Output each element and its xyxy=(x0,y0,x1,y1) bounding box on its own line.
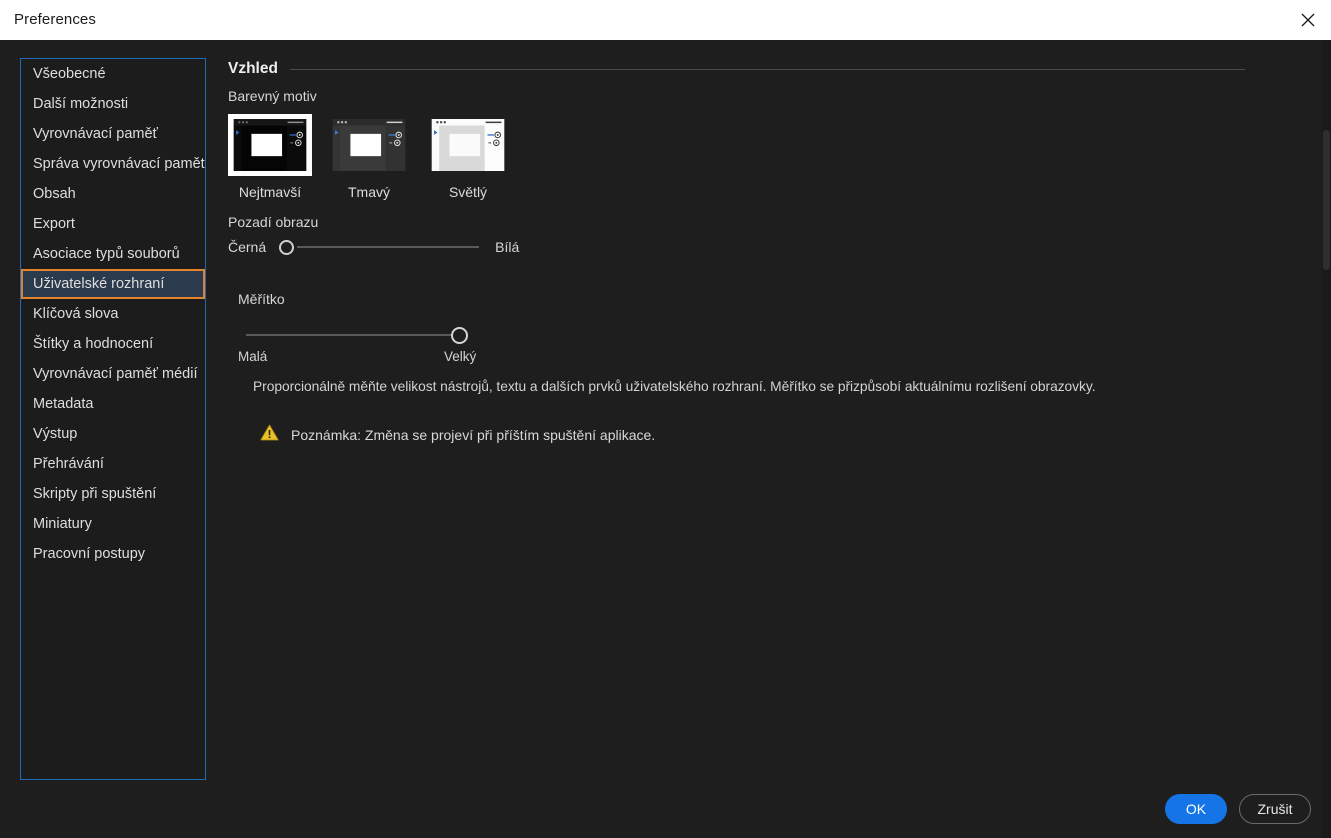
sidebar-item-uzivatelske-rozhrani[interactable]: Uživatelské rozhraní xyxy=(21,269,205,299)
window-title: Preferences xyxy=(14,11,96,28)
sidebar-item-label: Klíčová slova xyxy=(33,306,119,322)
dialog-footer: OK Zrušit xyxy=(1165,794,1311,824)
sidebar-item-sprava-vyrovnavaci-pameti[interactable]: Správa vyrovnávací paměti xyxy=(21,149,205,179)
theme-option-darkest[interactable]: Nejtmavší xyxy=(228,114,312,200)
sidebar-item-label: Štítky a hodnocení xyxy=(33,336,154,352)
section-divider xyxy=(289,68,1245,70)
theme-option-dark[interactable]: Tmavý xyxy=(327,114,411,200)
sidebar-item-klicova-slova[interactable]: Klíčová slova xyxy=(21,299,205,329)
sidebar-item-label: Obsah xyxy=(33,186,76,202)
sidebar-item-label: Asociace typů souborů xyxy=(33,246,180,262)
theme-thumbnail-frame xyxy=(228,114,312,176)
scale-slider-track[interactable] xyxy=(246,334,451,336)
warning-triangle-icon xyxy=(260,424,279,446)
ok-button[interactable]: OK xyxy=(1165,794,1227,824)
sidebar-item-pracovni-postupy[interactable]: Pracovní postupy xyxy=(21,539,205,569)
sidebar-item-vyrovnavaci-pamet-medii[interactable]: Vyrovnávací paměť médií xyxy=(21,359,205,389)
scale-slider-handle[interactable] xyxy=(451,327,468,344)
scrollbar-thumb[interactable] xyxy=(1323,130,1330,270)
theme-preview-light-icon xyxy=(431,119,505,171)
preferences-window: Preferences Všeobecné Další možnosti Vyr… xyxy=(0,0,1331,838)
sidebar-item-label: Přehrávání xyxy=(33,456,104,472)
theme-thumbnail-frame xyxy=(327,114,411,176)
theme-thumbnail-frame xyxy=(426,114,510,176)
appearance-settings-pane: Vzhled Barevný motiv Nejtmavší Tmavý Svě… xyxy=(228,58,1317,838)
background-min-label: Černá xyxy=(228,239,267,255)
restart-note: Poznámka: Změna se projeví při příštím s… xyxy=(260,424,1317,446)
page-title: Vzhled xyxy=(228,60,278,77)
section-header: Vzhled xyxy=(228,58,1317,80)
title-bar: Preferences xyxy=(0,0,1331,41)
color-theme-options: Nejtmavší Tmavý Světlý xyxy=(228,114,1317,200)
sidebar-item-label: Export xyxy=(33,216,75,232)
scale-min-label: Malá xyxy=(238,349,268,364)
cancel-button[interactable]: Zrušit xyxy=(1239,794,1311,824)
sidebar-item-metadata[interactable]: Metadata xyxy=(21,389,205,419)
scale-slider[interactable] xyxy=(238,327,468,344)
sidebar-item-label: Metadata xyxy=(33,396,94,412)
sidebar-item-dalsi-moznosti[interactable]: Další možnosti xyxy=(21,89,205,119)
theme-option-label: Světlý xyxy=(448,184,488,200)
preferences-category-list[interactable]: Všeobecné Další možnosti Vyrovnávací pam… xyxy=(20,58,206,780)
theme-option-label: Nejtmavší xyxy=(238,184,302,200)
theme-option-light[interactable]: Světlý xyxy=(426,114,510,200)
sidebar-item-label: Miniatury xyxy=(33,516,92,532)
scale-description: Proporcionálně měňte velikost nástrojů, … xyxy=(253,379,1096,394)
sidebar-item-label: Uživatelské rozhraní xyxy=(33,276,165,292)
sidebar-item-label: Vyrovnávací paměť médií xyxy=(33,366,198,382)
sidebar-item-label: Vyrovnávací paměť xyxy=(33,126,158,142)
scale-setting: Měřítko Malá Velký xyxy=(238,291,1317,367)
sidebar-item-label: Skripty při spuštění xyxy=(33,486,157,502)
sidebar-item-label: Všeobecné xyxy=(33,66,106,82)
sidebar-item-label: Pracovní postupy xyxy=(33,546,146,562)
theme-option-label: Tmavý xyxy=(348,184,390,200)
scale-slider-endpoints: Malá Velký xyxy=(238,349,478,367)
sidebar-item-obsah[interactable]: Obsah xyxy=(21,179,205,209)
background-slider-track[interactable] xyxy=(297,246,480,248)
restart-note-text: Poznámka: Změna se projeví při příštím s… xyxy=(291,427,656,443)
sidebar-item-label: Další možnosti xyxy=(33,96,129,112)
theme-preview-dark-icon xyxy=(332,119,406,171)
background-slider-handle[interactable] xyxy=(279,239,295,255)
theme-preview-darkest-icon xyxy=(233,119,307,171)
sidebar-item-skripty-pri-spusteni[interactable]: Skripty při spuštění xyxy=(21,479,205,509)
scale-max-label: Velký xyxy=(444,349,477,364)
sidebar-item-vyrovnavaci-pamet[interactable]: Vyrovnávací paměť xyxy=(21,119,205,149)
close-icon[interactable] xyxy=(1285,0,1331,39)
dialog-body: Všeobecné Další možnosti Vyrovnávací pam… xyxy=(0,40,1331,838)
sidebar-item-label: Výstup xyxy=(33,426,78,442)
scale-label: Měřítko xyxy=(238,291,285,307)
sidebar-item-label: Správa vyrovnávací paměti xyxy=(33,156,206,172)
sidebar-item-export[interactable]: Export xyxy=(21,209,205,239)
background-max-label: Bílá xyxy=(495,239,520,255)
sidebar-item-vseobecne[interactable]: Všeobecné xyxy=(21,59,205,89)
color-theme-label: Barevný motiv xyxy=(228,88,317,104)
sidebar-item-stitky-a-hodnoceni[interactable]: Štítky a hodnocení xyxy=(21,329,205,359)
sidebar-item-miniatury[interactable]: Miniatury xyxy=(21,509,205,539)
sidebar-item-vystup[interactable]: Výstup xyxy=(21,419,205,449)
vertical-scrollbar[interactable] xyxy=(1322,40,1331,838)
image-background-slider[interactable]: Černá Bílá xyxy=(228,239,1317,255)
sidebar-item-asociace-typu-souboru[interactable]: Asociace typů souborů xyxy=(21,239,205,269)
sidebar-item-prehravani[interactable]: Přehrávání xyxy=(21,449,205,479)
image-background-label: Pozadí obrazu xyxy=(228,214,319,230)
